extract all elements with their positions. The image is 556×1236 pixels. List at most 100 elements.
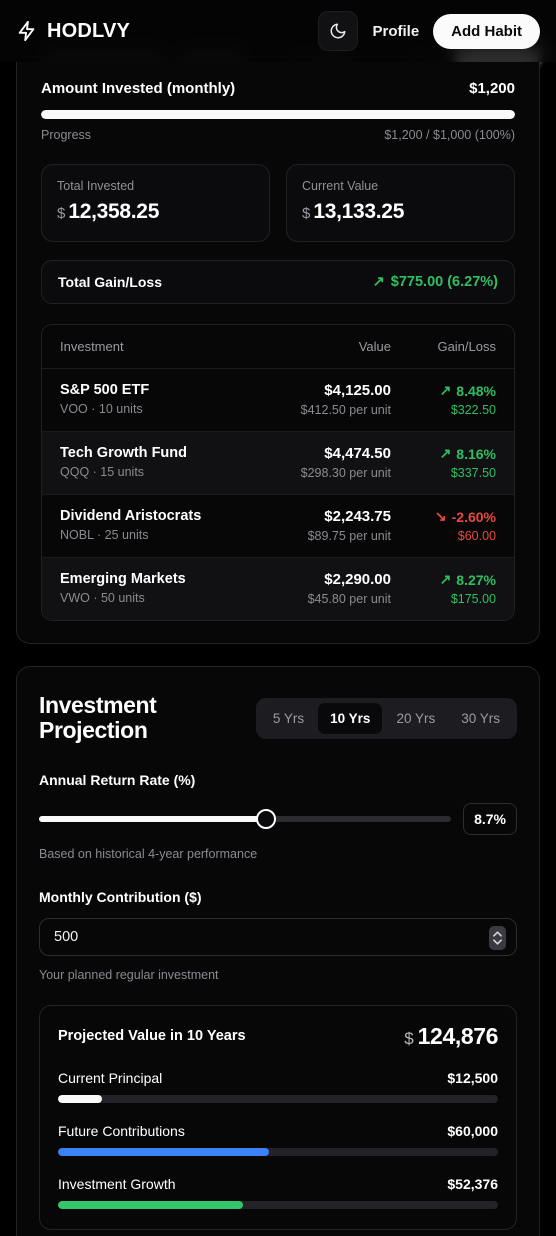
- slider-thumb[interactable]: [255, 808, 276, 829]
- total-gain-loss-value: ↗ $775.00 (6.27%): [373, 274, 498, 290]
- amount-invested-value: $1,200: [469, 80, 515, 97]
- investment-value: $2,290.00: [324, 571, 391, 588]
- total-gain-loss-box: Total Gain/Loss ↗ $775.00 (6.27%): [41, 260, 515, 304]
- annual-return-rate-label: Annual Return Rate (%): [39, 771, 196, 788]
- gainloss-cell: ↗ 8.16% $337.50: [391, 445, 496, 480]
- investment-per-unit: $412.50 per unit: [300, 403, 391, 417]
- stat-label: Current Value: [302, 179, 379, 193]
- gainloss-percent: ↗ 8.27%: [439, 571, 496, 588]
- currency-symbol: $: [302, 205, 311, 222]
- stat-cards: Total Invested $ 12,358.25 Current Value…: [41, 164, 515, 242]
- investment-subtitle: VOO · 10 units: [60, 402, 143, 416]
- breakdown-track: [58, 1200, 498, 1209]
- column-header-value: Value: [358, 339, 391, 354]
- brand[interactable]: HODLVY: [16, 19, 130, 43]
- progress-row: Progress $1,200 / $1,000 (100%): [41, 128, 515, 142]
- investment-name: Tech Growth Fund: [60, 445, 187, 461]
- projected-value-number: 124,876: [417, 1022, 499, 1049]
- theme-toggle-button[interactable]: [318, 11, 359, 51]
- breakdown-item: Current Principal $12,500: [58, 1070, 498, 1103]
- investment-per-unit: $45.80 per unit: [307, 592, 391, 606]
- page-scroll-area[interactable]: Amount Invested (monthly) $1,200 Progres…: [0, 62, 556, 1236]
- column-header-gainloss: Gain/Loss: [437, 339, 496, 354]
- app-header: HODLVY Profile Add Habit: [0, 0, 556, 62]
- investment-subtitle: QQQ · 15 units: [60, 465, 145, 479]
- trend-arrow-icon: ↗: [439, 571, 452, 587]
- slider-fill: [39, 815, 266, 822]
- total-gain-loss-label: Total Gain/Loss: [58, 274, 162, 290]
- value-cell: $2,243.75 $89.75 per unit: [261, 508, 391, 543]
- value-cell: $4,474.50 $298.30 per unit: [261, 445, 391, 480]
- value-cell: $2,290.00 $45.80 per unit: [261, 571, 391, 606]
- table-row[interactable]: Tech Growth Fund QQQ · 15 units $4,474.50 $…: [42, 432, 514, 495]
- progress-label: Progress: [41, 128, 92, 142]
- profile-link[interactable]: Profile: [372, 23, 419, 40]
- investment-cell: S&P 500 ETF VOO · 10 units: [60, 382, 261, 417]
- total-gain-loss-text: $775.00 (6.27%): [390, 274, 498, 290]
- gainloss-amount: $322.50: [450, 403, 496, 417]
- trend-arrow-icon: ↗: [439, 445, 452, 461]
- annual-return-rate-slider[interactable]: [39, 806, 452, 832]
- breakdown-label: Investment Growth: [58, 1175, 176, 1192]
- projection-title: Investment Projection: [39, 692, 157, 744]
- table-body: S&P 500 ETF VOO · 10 units $4,125.00 $412.5…: [42, 369, 514, 620]
- investment-subtitle: NOBL · 25 units: [60, 528, 149, 542]
- range-option-5-yrs[interactable]: 5 Yrs: [261, 703, 316, 734]
- gainloss-amount: $175.00: [450, 592, 496, 606]
- investment-value: $2,243.75: [324, 508, 391, 525]
- stat-amount: 12,358.25: [68, 200, 160, 223]
- stepper-updown-icon[interactable]: [489, 925, 506, 950]
- annual-return-rate-value: 8.7%: [463, 802, 517, 835]
- gainloss-percent: ↗ 8.16%: [439, 445, 496, 462]
- investment-cell: Emerging Markets VWO · 50 units: [60, 571, 261, 606]
- projected-value-label: Projected Value in 10 Years: [58, 1028, 246, 1045]
- gainloss-amount: $337.50: [450, 466, 496, 480]
- breakdown-item: Investment Growth $52,376: [58, 1176, 498, 1209]
- investments-table: Investment Value Gain/Loss S&P 500 ETF VO…: [41, 324, 515, 621]
- investment-per-unit: $298.30 per unit: [300, 466, 391, 480]
- breakdown-fill: [58, 1094, 102, 1103]
- stat-amount: 13,133.25: [313, 200, 405, 223]
- investment-per-unit: $89.75 per unit: [307, 529, 391, 543]
- range-option-10-yrs[interactable]: 10 Yrs: [318, 702, 383, 734]
- progress-text: $1,200 / $1,000 (100%): [384, 128, 515, 142]
- gainloss-percent: ↗ 8.48%: [439, 382, 496, 399]
- investment-cell: Tech Growth Fund QQQ · 15 units: [60, 445, 261, 480]
- gainloss-cell: ↘ -2.60% $60.00: [391, 508, 496, 543]
- lightning-bolt-icon: [18, 20, 35, 42]
- trend-arrow-icon: ↘: [434, 508, 447, 524]
- breakdown-label: Future Contributions: [58, 1122, 185, 1139]
- investment-name: Dividend Aristocrats: [60, 508, 202, 524]
- amount-invested-label: Amount Invested (monthly): [41, 80, 236, 97]
- projected-value-row: Projected Value in 10 Years $ 124,876: [58, 1023, 498, 1050]
- stat-label: Total Invested: [57, 179, 135, 193]
- brand-name: HODLVY: [47, 19, 131, 42]
- monthly-contribution-input[interactable]: 500: [39, 917, 517, 956]
- breakdown-fill: [58, 1147, 270, 1156]
- currency-symbol: $: [404, 1028, 414, 1048]
- table-row[interactable]: S&P 500 ETF VOO · 10 units $4,125.00 $412.5…: [42, 369, 514, 432]
- range-option-30-yrs[interactable]: 30 Yrs: [449, 703, 512, 734]
- annual-return-rate-hint: Based on historical 4-year performance: [39, 846, 258, 861]
- table-header: Investment Value Gain/Loss: [42, 325, 514, 369]
- arrow-up-right-icon: ↗: [372, 274, 385, 290]
- table-row[interactable]: Dividend Aristocrats NOBL · 25 units $2,24…: [42, 495, 514, 558]
- monthly-contribution-label: Monthly Contribution ($): [39, 888, 202, 905]
- range-option-20-yrs[interactable]: 20 Yrs: [384, 703, 447, 734]
- app-root: HODLVY Profile Add Habit Amount Invested…: [0, 0, 556, 1236]
- gainloss-cell: ↗ 8.27% $175.00: [391, 571, 496, 606]
- add-habit-button[interactable]: Add Habit: [433, 13, 540, 49]
- range-segmented-control[interactable]: 5 Yrs 10 Yrs 20 Yrs 30 Yrs: [255, 697, 517, 739]
- investment-name: S&P 500 ETF: [60, 382, 150, 398]
- amount-invested-row: Amount Invested (monthly) $1,200: [41, 72, 515, 97]
- gainloss-cell: ↗ 8.48% $322.50: [391, 382, 496, 417]
- breakdown-value: $12,500: [447, 1069, 498, 1086]
- investment-cell: Dividend Aristocrats NOBL · 25 units: [60, 508, 261, 543]
- monthly-contribution-value: 500: [54, 928, 79, 945]
- table-row[interactable]: Emerging Markets VWO · 50 units $2,290.00 $…: [42, 558, 514, 620]
- breakdown-track: [58, 1094, 498, 1103]
- stat-card-total-invested: Total Invested $ 12,358.25: [41, 164, 270, 242]
- investment-subtitle: VWO · 50 units: [60, 591, 145, 605]
- gainloss-percent: ↘ -2.60%: [434, 508, 496, 525]
- breakdown-track: [58, 1147, 498, 1156]
